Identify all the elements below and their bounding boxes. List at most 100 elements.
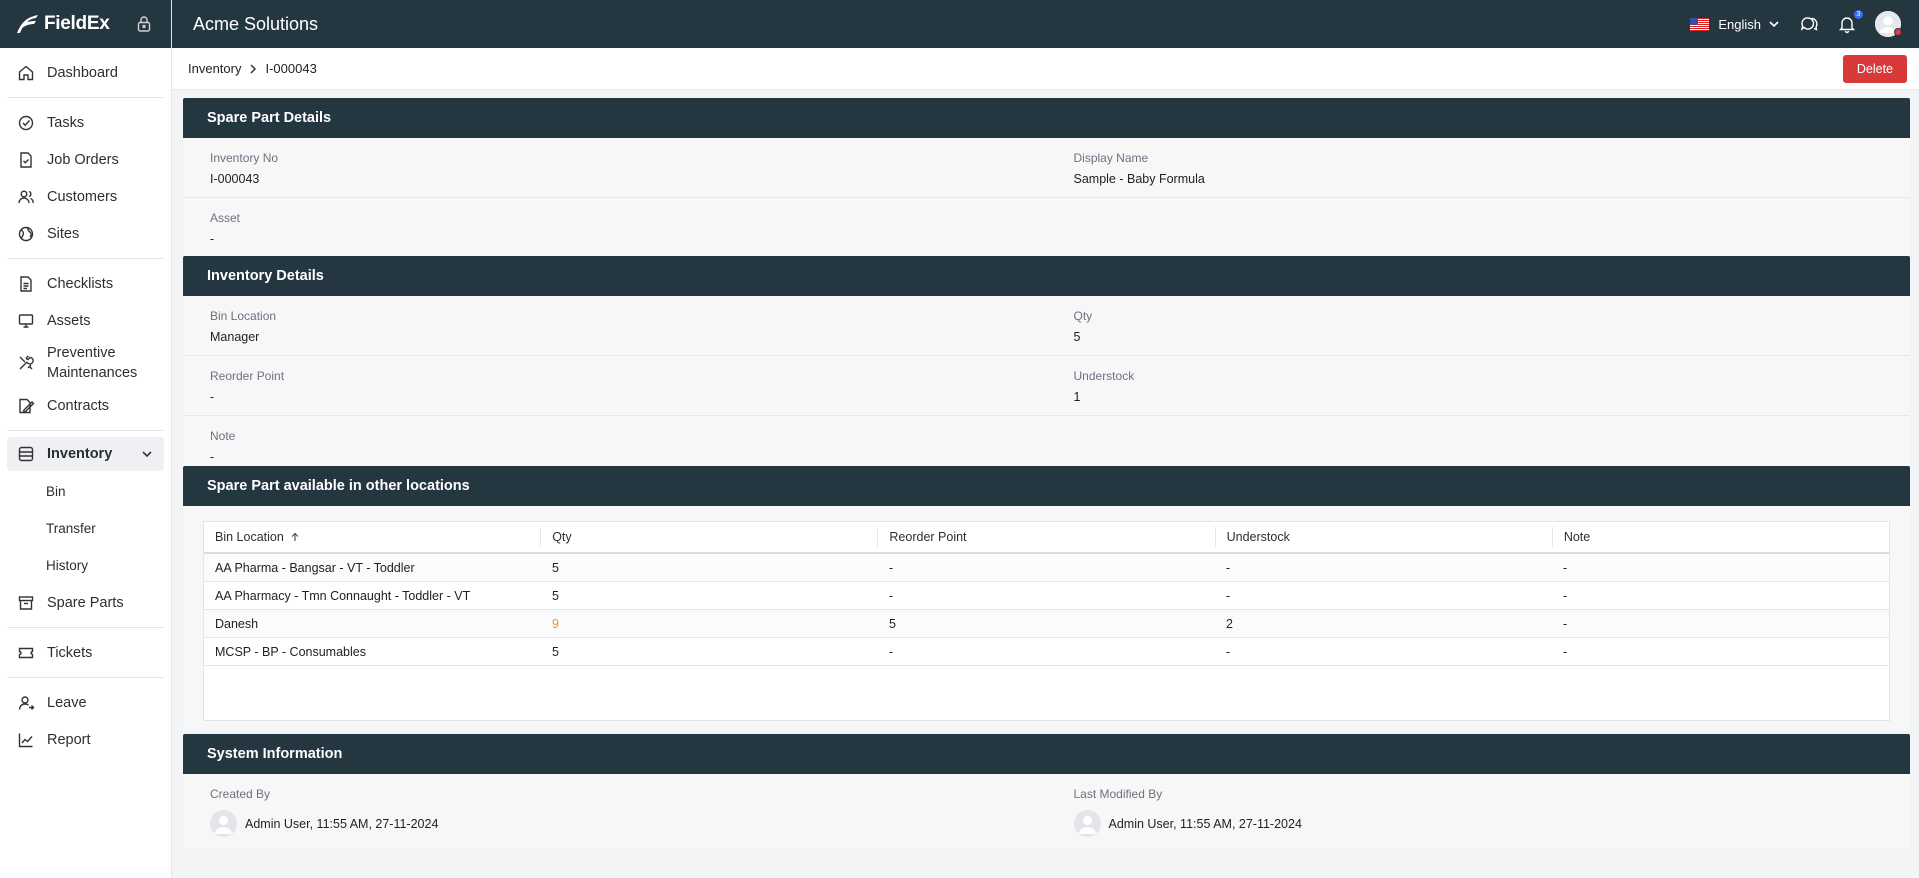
table-cell-qty: 5 xyxy=(552,588,559,603)
chart-line-icon xyxy=(18,733,33,747)
modified-by-value: Admin User, 11:55 AM, 27-11-2024 xyxy=(1108,816,1302,831)
avatar xyxy=(1073,810,1101,837)
column-label: Bin Location xyxy=(215,530,284,544)
sidebar-item-label: Sites xyxy=(47,225,80,242)
display-name-link[interactable]: Sample - Baby Formula xyxy=(1074,172,1911,186)
sidebar-item-label: Leave xyxy=(47,694,87,711)
sidebar-subitem-history[interactable]: History xyxy=(0,547,171,584)
divider xyxy=(7,430,164,431)
bin-location-link[interactable]: AA Pharmacy - Tmn Connaught - Toddler - … xyxy=(204,589,541,603)
column-header-note[interactable]: Note xyxy=(1553,527,1889,547)
sidebar-subitem-transfer[interactable]: Transfer xyxy=(0,510,171,547)
chevron-down-icon[interactable] xyxy=(140,447,154,461)
table-cell-qty: 9 xyxy=(552,616,559,631)
sidebar-item-inventory[interactable]: Inventory xyxy=(7,437,164,471)
sidebar-item-job-orders[interactable]: Job Orders xyxy=(0,141,171,178)
system-information: Created By Admin User, 11:55 AM, 27-11-2… xyxy=(183,774,1910,849)
bin-location-link[interactable]: MCSP - BP - Consumables xyxy=(204,645,541,659)
sidebar-item-label: Contracts xyxy=(47,397,110,414)
inventory-details: Bin Location Manager Qty 5 Reorder Point… xyxy=(183,296,1910,466)
column-label: Qty xyxy=(552,530,572,544)
field-empty xyxy=(1047,198,1911,256)
bin-location-link[interactable]: Danesh xyxy=(204,617,541,631)
chevron-down-icon[interactable] xyxy=(1767,17,1781,31)
table-cell-note: - xyxy=(1563,588,1568,603)
table-cell-qty: 5 xyxy=(552,560,559,575)
table-cell-reorder: - xyxy=(889,588,894,603)
sidebar: FieldEx Dashboard Tasks Job Orders Custo… xyxy=(0,0,172,878)
sidebar-item-leave[interactable]: Leave xyxy=(0,684,171,721)
table-row: Danesh 9 5 2 - xyxy=(204,610,1889,638)
table-body: AA Pharma - Bangsar - VT - Toddler 5 - -… xyxy=(204,554,1889,666)
sidebar-item-label: Spare Parts xyxy=(47,594,124,611)
archive-box-icon xyxy=(18,595,34,610)
document-check-icon xyxy=(20,151,32,168)
field-label: Inventory No xyxy=(210,151,279,165)
sidebar-subitem-bin[interactable]: Bin xyxy=(0,473,171,510)
other-locations-section: Bin Location Qty Reorder Point Understoc… xyxy=(183,506,1910,731)
column-header-reorder-point[interactable]: Reorder Point xyxy=(878,527,1216,547)
bin-location-link[interactable]: AA Pharma - Bangsar - VT - Toddler xyxy=(204,561,541,575)
sidebar-item-assets[interactable]: Assets xyxy=(0,302,171,339)
tools-icon xyxy=(19,355,34,370)
user-avatar[interactable] xyxy=(1875,11,1902,37)
sidebar-item-sites[interactable]: Sites xyxy=(0,215,171,252)
sidebar-item-preventive-maintenances[interactable]: Preventive Maintenances xyxy=(0,339,171,387)
other-locations-table: Bin Location Qty Reorder Point Understoc… xyxy=(203,521,1890,721)
modified-by-person: Admin User, 11:55 AM, 27-11-2024 xyxy=(1073,810,1911,837)
field-empty xyxy=(1047,416,1911,466)
sidebar-subitem-label: History xyxy=(46,558,89,573)
column-header-qty[interactable]: Qty xyxy=(541,527,879,547)
sidebar-item-label: Inventory xyxy=(47,446,113,462)
field-value: I-000043 xyxy=(210,172,260,186)
user-leave-icon xyxy=(18,695,35,710)
sidebar-item-label: Tasks xyxy=(47,114,85,131)
field-display-name: Display Name Sample - Baby Formula xyxy=(1047,138,1911,197)
field-value: - xyxy=(210,232,215,246)
sidebar-item-checklists[interactable]: Checklists xyxy=(0,265,171,302)
breadcrumb-current: I-000043 xyxy=(265,61,317,76)
sidebar-item-customers[interactable]: Customers xyxy=(0,178,171,215)
sidebar-item-tasks[interactable]: Tasks xyxy=(0,104,171,141)
column-header-bin-location[interactable]: Bin Location xyxy=(204,527,542,547)
avatar xyxy=(210,810,237,837)
sidebar-item-label: Assets xyxy=(47,312,91,329)
field-asset: Asset - xyxy=(183,198,1047,256)
field-created-by: Created By Admin User, 11:55 AM, 27-11-2… xyxy=(183,774,1047,849)
created-by-person: Admin User, 11:55 AM, 27-11-2024 xyxy=(210,810,1047,837)
created-by-value: Admin User, 11:55 AM, 27-11-2024 xyxy=(245,816,439,831)
sidebar-item-contracts[interactable]: Contracts xyxy=(0,387,171,424)
sort-ascending-icon[interactable] xyxy=(290,532,300,542)
language-selector[interactable]: English xyxy=(1718,17,1761,32)
chat-icon[interactable] xyxy=(1799,14,1819,34)
field-row: Note - xyxy=(183,416,1910,466)
sidebar-item-dashboard[interactable]: Dashboard xyxy=(0,54,171,91)
delete-button[interactable]: Delete xyxy=(1842,54,1907,83)
sidebar-item-tickets[interactable]: Tickets xyxy=(0,634,171,671)
sidebar-item-spare-parts[interactable]: Spare Parts xyxy=(0,584,171,621)
divider xyxy=(7,677,164,678)
notifications-button[interactable]: 3 xyxy=(1837,10,1863,34)
column-header-understock[interactable]: Understock xyxy=(1216,527,1553,547)
field-label: Last Modified By xyxy=(1073,787,1163,801)
field-row: Reorder Point - Understock 1 xyxy=(183,356,1910,416)
detail-content: Spare Part Details Inventory No I-000043… xyxy=(183,98,1910,849)
topbar-actions: English 3 xyxy=(1690,10,1902,37)
field-row: Asset - xyxy=(183,198,1910,256)
brand: FieldEx xyxy=(0,0,171,48)
sidebar-item-report[interactable]: Report xyxy=(0,721,171,758)
column-label: Note xyxy=(1563,530,1591,544)
field-row: Inventory No I-000043 Display Name Sampl… xyxy=(183,138,1910,198)
sidebar-item-label: Customers xyxy=(47,188,118,205)
field-reorder-point: Reorder Point - xyxy=(183,356,1047,415)
field-inventory-no: Inventory No I-000043 xyxy=(183,138,1047,197)
field-label: Created By xyxy=(210,787,271,801)
check-circle-icon xyxy=(18,115,34,130)
field-value: Manager xyxy=(210,330,260,344)
lock-icon[interactable] xyxy=(135,15,153,33)
table-cell-understock: - xyxy=(1226,588,1231,603)
topbar: Acme Solutions English 3 xyxy=(172,0,1919,48)
breadcrumb-inventory[interactable]: Inventory xyxy=(188,61,241,76)
field-label: Qty xyxy=(1073,309,1093,323)
field-label: Note xyxy=(210,429,236,443)
